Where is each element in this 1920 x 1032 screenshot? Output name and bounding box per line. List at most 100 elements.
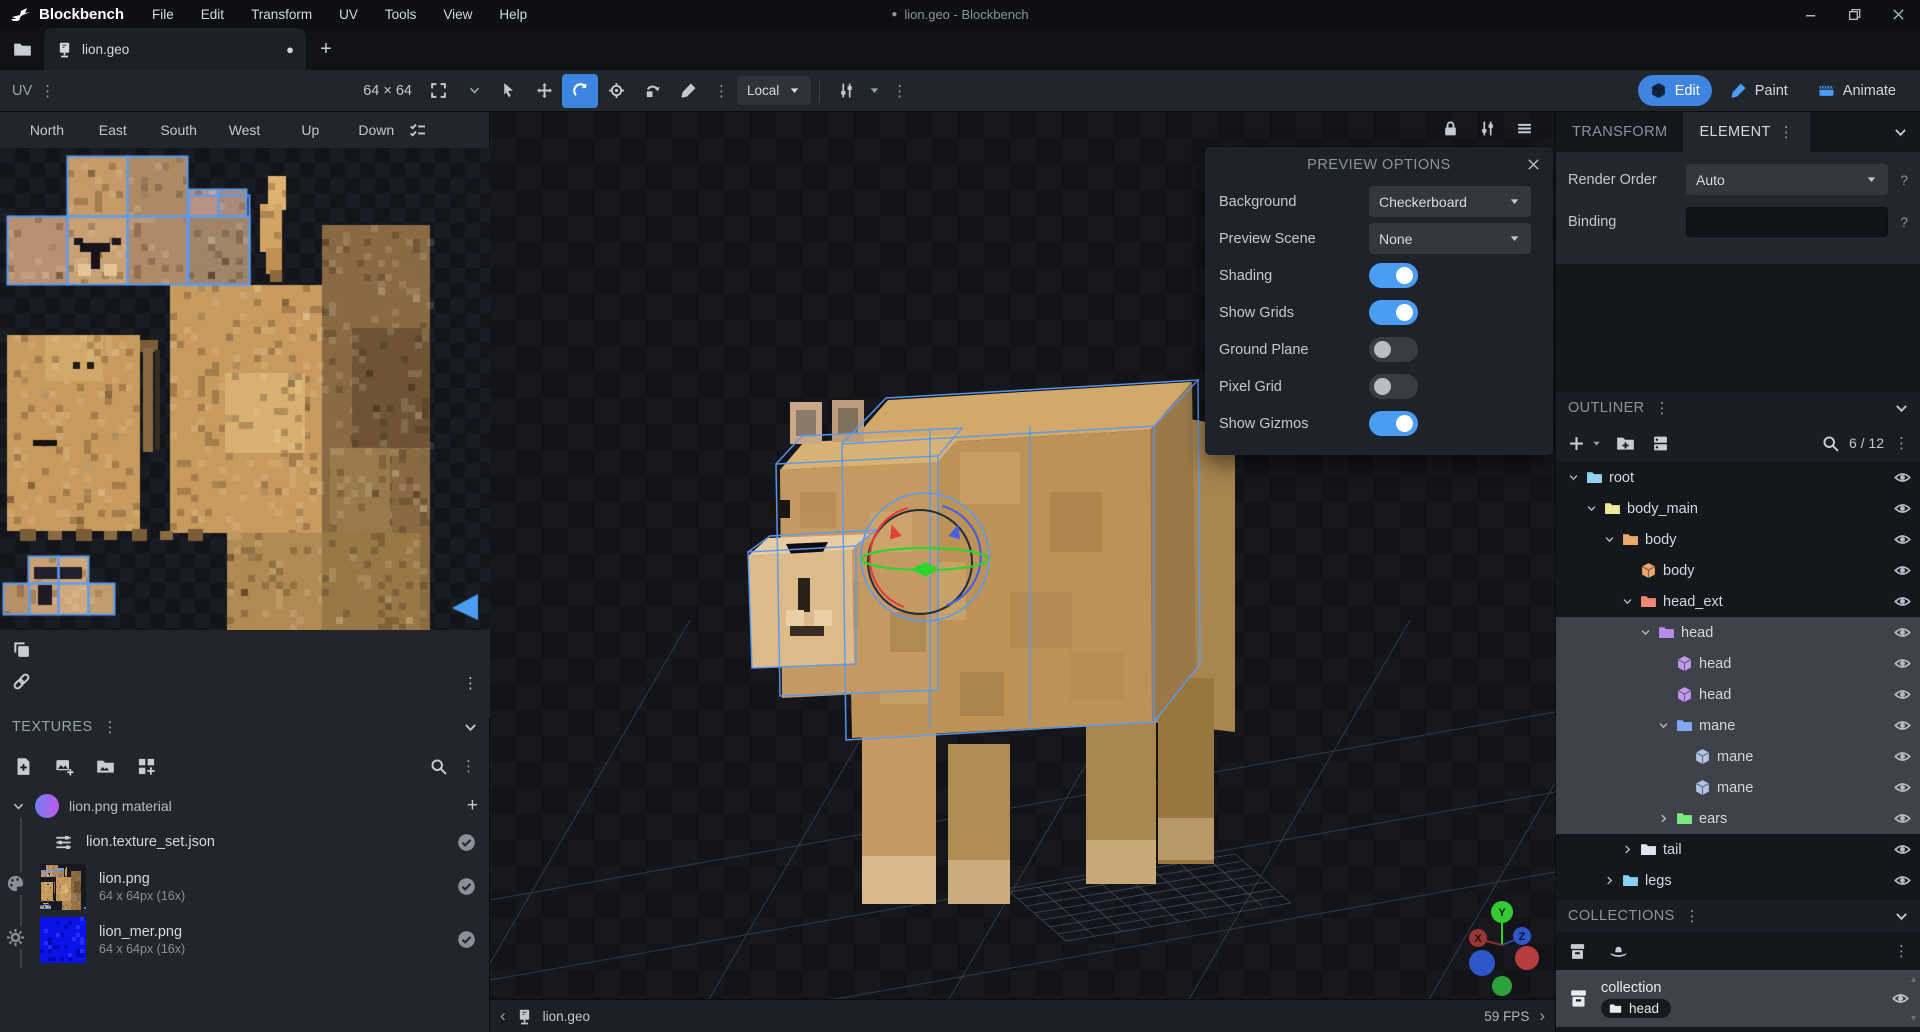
textures-toolbar-menu-icon[interactable]: ⋮: [461, 757, 476, 775]
eye-icon[interactable]: [1894, 593, 1911, 610]
eye-icon[interactable]: [1892, 990, 1909, 1007]
uv-face-west[interactable]: West: [212, 122, 278, 138]
menu-edit[interactable]: Edit: [201, 7, 224, 22]
outliner-row-ears-group[interactable]: ears: [1556, 803, 1920, 834]
outliner-row-body-cube[interactable]: body: [1556, 555, 1920, 586]
menu-tools[interactable]: Tools: [385, 7, 417, 22]
eye-icon[interactable]: [1894, 624, 1911, 641]
show-grids-toggle[interactable]: [1369, 300, 1418, 325]
uv-face-select-all-icon[interactable]: [409, 122, 475, 139]
next-camera-icon[interactable]: ›: [1539, 1006, 1545, 1026]
chevron-down-icon[interactable]: [1893, 112, 1920, 152]
chevron-right-icon[interactable]: [1620, 844, 1634, 855]
uv-face-down[interactable]: Down: [343, 122, 409, 138]
caret-down-icon[interactable]: [1591, 438, 1602, 449]
outliner-menu-icon[interactable]: ⋮: [1655, 399, 1670, 417]
preview-scene-select[interactable]: None: [1369, 223, 1531, 254]
texture-row-lion-png[interactable]: lion.png 64 x 64px (16x): [0, 860, 490, 913]
vertex-snap-tool[interactable]: [490, 74, 526, 108]
import-texture-icon[interactable]: [14, 757, 33, 776]
uv-face-up[interactable]: Up: [277, 122, 343, 138]
uv-face-north[interactable]: North: [14, 122, 80, 138]
chevron-right-icon[interactable]: [1602, 875, 1616, 886]
append-template-icon[interactable]: [137, 757, 156, 776]
shading-toggle[interactable]: [1369, 263, 1418, 288]
eye-icon[interactable]: [1894, 779, 1911, 796]
binding-field[interactable]: [1686, 207, 1888, 237]
close-icon[interactable]: [1526, 157, 1541, 172]
new-tab-button[interactable]: +: [306, 38, 346, 61]
chevron-right-icon[interactable]: [1656, 813, 1670, 824]
eye-icon[interactable]: [1894, 717, 1911, 734]
close-button[interactable]: [1876, 0, 1920, 28]
import-folder-icon[interactable]: [96, 757, 115, 776]
pixel-grid-toggle[interactable]: [1369, 374, 1418, 399]
chevron-down-icon[interactable]: [1620, 596, 1634, 607]
eye-icon[interactable]: [1894, 469, 1911, 486]
chevron-down-icon[interactable]: [1566, 472, 1580, 483]
chevron-down-icon[interactable]: [1656, 720, 1670, 731]
outliner-row-mane-group[interactable]: mane: [1556, 710, 1920, 741]
outliner-row-body-main[interactable]: body_main: [1556, 493, 1920, 524]
hamburger-menu-icon[interactable]: [1516, 120, 1533, 137]
mode-paint[interactable]: Paint: [1718, 75, 1800, 106]
copy-uv-icon[interactable]: [12, 640, 31, 659]
chevron-down-icon[interactable]: [1894, 909, 1909, 924]
mode-animate[interactable]: Animate: [1806, 75, 1908, 106]
outliner-row-mane-cube[interactable]: mane: [1556, 741, 1920, 772]
outliner-row-head-cube[interactable]: head: [1556, 648, 1920, 679]
texture-resolution[interactable]: 64 × 64: [363, 83, 412, 99]
collection-item[interactable]: collection head ▲ ▼: [1556, 970, 1920, 1027]
eye-icon[interactable]: [1894, 810, 1911, 827]
create-texture-icon[interactable]: [55, 757, 74, 776]
move-tool[interactable]: [526, 74, 562, 108]
help-icon[interactable]: ?: [1888, 172, 1908, 188]
uv-panel-menu-icon[interactable]: ⋮: [463, 674, 478, 692]
uv-editor-canvas[interactable]: [0, 148, 490, 630]
chevron-down-icon[interactable]: [464, 84, 484, 97]
restore-button[interactable]: [1832, 0, 1876, 28]
tool-menu-icon[interactable]: ⋮: [714, 82, 729, 100]
outliner-row-legs-group[interactable]: legs: [1556, 865, 1920, 896]
new-collection-icon[interactable]: [1568, 942, 1587, 961]
eye-icon[interactable]: [1894, 748, 1911, 765]
uv-face-south[interactable]: South: [146, 122, 212, 138]
material-row[interactable]: lion.png material +: [0, 788, 490, 824]
uv-panel-menu-icon[interactable]: ⋮: [40, 82, 55, 100]
collections-toolbar-menu-icon[interactable]: ⋮: [1894, 942, 1909, 960]
add-group-icon[interactable]: [1616, 434, 1635, 453]
outliner-row-body-group[interactable]: body: [1556, 524, 1920, 555]
frame-uv-button[interactable]: [420, 74, 456, 108]
eye-icon[interactable]: [1894, 686, 1911, 703]
link-uv-icon[interactable]: [12, 672, 31, 691]
eye-icon[interactable]: [1894, 531, 1911, 548]
check-circle-icon[interactable]: [457, 833, 476, 852]
rotate-tool[interactable]: [562, 74, 598, 108]
element-tab-menu-icon[interactable]: ⋮: [1779, 123, 1794, 141]
toolbar-menu-icon[interactable]: ⋮: [892, 82, 907, 100]
textures-menu-icon[interactable]: ⋮: [103, 718, 118, 736]
eye-icon[interactable]: [1894, 872, 1911, 889]
chevron-down-icon[interactable]: [1602, 534, 1616, 545]
search-icon[interactable]: [1822, 435, 1839, 452]
outliner-row-head-ext[interactable]: head_ext: [1556, 586, 1920, 617]
outliner-row-head-group[interactable]: head: [1556, 617, 1920, 648]
viewport-3d[interactable]: X Z Y PREVIEW OPTIONS Background: [490, 112, 1555, 1032]
brush-tool[interactable]: [670, 74, 706, 108]
outliner-row-tail-group[interactable]: tail: [1556, 834, 1920, 865]
chevron-down-icon[interactable]: [1638, 627, 1652, 638]
hat-icon[interactable]: [1609, 942, 1628, 961]
tab-lion-geo[interactable]: lion.geo ●: [44, 28, 306, 70]
menu-view[interactable]: View: [443, 7, 472, 22]
transform-space-select[interactable]: Local: [737, 76, 811, 105]
tab-transform[interactable]: TRANSFORM: [1556, 112, 1683, 152]
mode-edit[interactable]: Edit: [1638, 75, 1712, 106]
background-select[interactable]: Checkerboard: [1369, 186, 1531, 217]
collection-chip-head[interactable]: head: [1601, 999, 1671, 1018]
slider-settings-button[interactable]: [828, 74, 864, 108]
check-circle-icon[interactable]: [457, 877, 476, 896]
chevron-down-icon[interactable]: [1584, 503, 1598, 514]
menu-file[interactable]: File: [152, 7, 174, 22]
tab-element[interactable]: ELEMENT ⋮: [1683, 112, 1809, 152]
minimize-button[interactable]: [1788, 0, 1832, 28]
